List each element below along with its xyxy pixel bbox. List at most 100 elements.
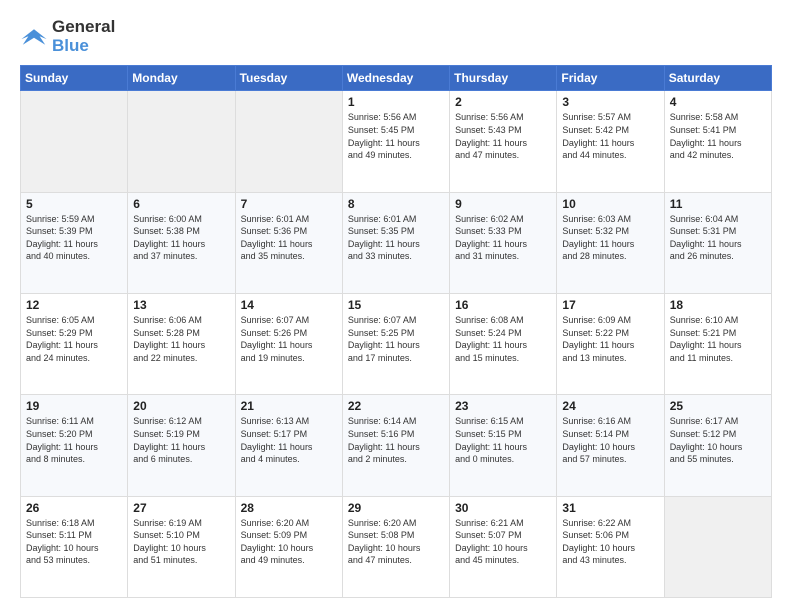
day-cell <box>235 91 342 192</box>
day-number: 14 <box>241 298 337 312</box>
day-number: 7 <box>241 197 337 211</box>
day-info: Sunrise: 6:12 AM Sunset: 5:19 PM Dayligh… <box>133 415 229 465</box>
day-info: Sunrise: 6:07 AM Sunset: 5:25 PM Dayligh… <box>348 314 444 364</box>
day-info: Sunrise: 6:14 AM Sunset: 5:16 PM Dayligh… <box>348 415 444 465</box>
day-info: Sunrise: 6:19 AM Sunset: 5:10 PM Dayligh… <box>133 517 229 567</box>
day-info: Sunrise: 6:05 AM Sunset: 5:29 PM Dayligh… <box>26 314 122 364</box>
day-number: 29 <box>348 501 444 515</box>
day-cell: 4Sunrise: 5:58 AM Sunset: 5:41 PM Daylig… <box>664 91 771 192</box>
day-info: Sunrise: 6:16 AM Sunset: 5:14 PM Dayligh… <box>562 415 658 465</box>
day-cell: 7Sunrise: 6:01 AM Sunset: 5:36 PM Daylig… <box>235 192 342 293</box>
weekday-tuesday: Tuesday <box>235 66 342 91</box>
logo-icon <box>20 26 48 48</box>
day-cell: 9Sunrise: 6:02 AM Sunset: 5:33 PM Daylig… <box>450 192 557 293</box>
day-cell: 22 Sunrise: 6:14 AM Sunset: 5:16 PM Dayli… <box>342 395 449 496</box>
day-info: Sunrise: 6:00 AM Sunset: 5:38 PM Dayligh… <box>133 213 229 263</box>
day-cell: 30 Sunrise: 6:21 AM Sunset: 5:07 PM Dayli… <box>450 496 557 597</box>
day-number: 3 <box>562 95 658 109</box>
day-info: Sunrise: 6:20 AM Sunset: 5:08 PM Dayligh… <box>348 517 444 567</box>
day-cell: 25Sunrise: 6:17 AM Sunset: 5:12 PM Dayli… <box>664 395 771 496</box>
day-number: 4 <box>670 95 766 109</box>
day-cell: 5 Sunrise: 5:59 AM Sunset: 5:39 PM Daylig… <box>21 192 128 293</box>
day-cell: 31Sunrise: 6:22 AM Sunset: 5:06 PM Dayli… <box>557 496 664 597</box>
day-info: Sunrise: 6:11 AM Sunset: 5:20 PM Dayligh… <box>26 415 122 465</box>
day-number: 17 <box>562 298 658 312</box>
day-info: Sunrise: 6:08 AM Sunset: 5:24 PM Dayligh… <box>455 314 551 364</box>
day-number: 20 <box>133 399 229 413</box>
day-number: 27 <box>133 501 229 515</box>
day-number: 19 <box>26 399 122 413</box>
day-number: 12 <box>26 298 122 312</box>
day-cell: 24 Sunrise: 6:16 AM Sunset: 5:14 PM Dayli… <box>557 395 664 496</box>
day-cell: 26 Sunrise: 6:18 AM Sunset: 5:11 PM Dayli… <box>21 496 128 597</box>
day-cell: 17 Sunrise: 6:09 AM Sunset: 5:22 PM Dayli… <box>557 294 664 395</box>
day-info: Sunrise: 6:21 AM Sunset: 5:07 PM Dayligh… <box>455 517 551 567</box>
day-cell: 29 Sunrise: 6:20 AM Sunset: 5:08 PM Dayli… <box>342 496 449 597</box>
day-number: 28 <box>241 501 337 515</box>
day-info: Sunrise: 6:03 AM Sunset: 5:32 PM Dayligh… <box>562 213 658 263</box>
day-number: 15 <box>348 298 444 312</box>
day-cell: 1Sunrise: 5:56 AM Sunset: 5:45 PM Daylig… <box>342 91 449 192</box>
day-cell: 8 Sunrise: 6:01 AM Sunset: 5:35 PM Daylig… <box>342 192 449 293</box>
day-number: 21 <box>241 399 337 413</box>
weekday-thursday: Thursday <box>450 66 557 91</box>
day-number: 30 <box>455 501 551 515</box>
day-cell: 23 Sunrise: 6:15 AM Sunset: 5:15 PM Dayli… <box>450 395 557 496</box>
calendar-table: SundayMondayTuesdayWednesdayThursdayFrid… <box>20 65 772 598</box>
day-info: Sunrise: 6:01 AM Sunset: 5:35 PM Dayligh… <box>348 213 444 263</box>
day-cell: 6 Sunrise: 6:00 AM Sunset: 5:38 PM Daylig… <box>128 192 235 293</box>
logo: General Blue <box>20 18 115 55</box>
day-cell: 28 Sunrise: 6:20 AM Sunset: 5:09 PM Dayli… <box>235 496 342 597</box>
day-cell: 27 Sunrise: 6:19 AM Sunset: 5:10 PM Dayli… <box>128 496 235 597</box>
day-info: Sunrise: 5:59 AM Sunset: 5:39 PM Dayligh… <box>26 213 122 263</box>
weekday-monday: Monday <box>128 66 235 91</box>
day-info: Sunrise: 6:17 AM Sunset: 5:12 PM Dayligh… <box>670 415 766 465</box>
weekday-wednesday: Wednesday <box>342 66 449 91</box>
day-number: 6 <box>133 197 229 211</box>
day-info: Sunrise: 6:07 AM Sunset: 5:26 PM Dayligh… <box>241 314 337 364</box>
day-number: 8 <box>348 197 444 211</box>
week-row-3: 19 Sunrise: 6:11 AM Sunset: 5:20 PM Dayli… <box>21 395 772 496</box>
day-number: 18 <box>670 298 766 312</box>
day-number: 22 <box>348 399 444 413</box>
day-info: Sunrise: 6:10 AM Sunset: 5:21 PM Dayligh… <box>670 314 766 364</box>
weekday-sunday: Sunday <box>21 66 128 91</box>
day-number: 26 <box>26 501 122 515</box>
day-number: 11 <box>670 197 766 211</box>
day-cell: 15 Sunrise: 6:07 AM Sunset: 5:25 PM Dayli… <box>342 294 449 395</box>
day-cell: 3Sunrise: 5:57 AM Sunset: 5:42 PM Daylig… <box>557 91 664 192</box>
logo-text: General Blue <box>52 18 115 55</box>
weekday-friday: Friday <box>557 66 664 91</box>
day-info: Sunrise: 6:22 AM Sunset: 5:06 PM Dayligh… <box>562 517 658 567</box>
weekday-header-row: SundayMondayTuesdayWednesdayThursdayFrid… <box>21 66 772 91</box>
day-cell: 2Sunrise: 5:56 AM Sunset: 5:43 PM Daylig… <box>450 91 557 192</box>
day-cell: 13Sunrise: 6:06 AM Sunset: 5:28 PM Dayli… <box>128 294 235 395</box>
day-number: 5 <box>26 197 122 211</box>
week-row-2: 12 Sunrise: 6:05 AM Sunset: 5:29 PM Dayli… <box>21 294 772 395</box>
day-number: 24 <box>562 399 658 413</box>
week-row-0: 1Sunrise: 5:56 AM Sunset: 5:45 PM Daylig… <box>21 91 772 192</box>
day-cell: 14 Sunrise: 6:07 AM Sunset: 5:26 PM Dayli… <box>235 294 342 395</box>
day-cell: 20 Sunrise: 6:12 AM Sunset: 5:19 PM Dayli… <box>128 395 235 496</box>
day-cell: 19 Sunrise: 6:11 AM Sunset: 5:20 PM Dayli… <box>21 395 128 496</box>
day-number: 23 <box>455 399 551 413</box>
day-info: Sunrise: 6:20 AM Sunset: 5:09 PM Dayligh… <box>241 517 337 567</box>
day-number: 9 <box>455 197 551 211</box>
day-cell: 12 Sunrise: 6:05 AM Sunset: 5:29 PM Dayli… <box>21 294 128 395</box>
day-cell <box>21 91 128 192</box>
day-cell <box>128 91 235 192</box>
day-number: 16 <box>455 298 551 312</box>
week-row-1: 5 Sunrise: 5:59 AM Sunset: 5:39 PM Daylig… <box>21 192 772 293</box>
day-cell: 11Sunrise: 6:04 AM Sunset: 5:31 PM Dayli… <box>664 192 771 293</box>
day-cell: 18 Sunrise: 6:10 AM Sunset: 5:21 PM Dayli… <box>664 294 771 395</box>
day-info: Sunrise: 6:18 AM Sunset: 5:11 PM Dayligh… <box>26 517 122 567</box>
header: General Blue <box>20 18 772 55</box>
day-cell: 21Sunrise: 6:13 AM Sunset: 5:17 PM Dayli… <box>235 395 342 496</box>
day-info: Sunrise: 6:09 AM Sunset: 5:22 PM Dayligh… <box>562 314 658 364</box>
weekday-saturday: Saturday <box>664 66 771 91</box>
week-row-4: 26 Sunrise: 6:18 AM Sunset: 5:11 PM Dayli… <box>21 496 772 597</box>
day-info: Sunrise: 6:06 AM Sunset: 5:28 PM Dayligh… <box>133 314 229 364</box>
day-info: Sunrise: 6:15 AM Sunset: 5:15 PM Dayligh… <box>455 415 551 465</box>
day-number: 10 <box>562 197 658 211</box>
day-info: Sunrise: 5:56 AM Sunset: 5:45 PM Dayligh… <box>348 111 444 161</box>
